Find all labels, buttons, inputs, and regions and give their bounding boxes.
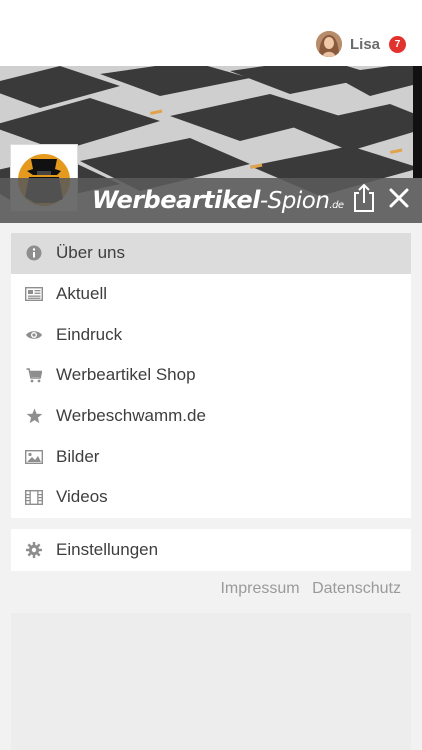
menu-item-eindruck[interactable]: Eindruck bbox=[11, 314, 411, 355]
username: Lisa bbox=[349, 35, 380, 53]
menu-item-label: Videos bbox=[56, 487, 108, 507]
avatar[interactable] bbox=[315, 31, 342, 57]
image-icon bbox=[25, 448, 43, 466]
menu-item-label: Bilder bbox=[56, 446, 100, 466]
film-icon bbox=[25, 488, 43, 506]
share-button[interactable] bbox=[352, 183, 376, 213]
menu-item-label: Werbeartikel Shop bbox=[56, 365, 196, 385]
menu-item-werbeartikel-shop[interactable]: Werbeartikel Shop bbox=[11, 355, 411, 396]
footer-links: Impressum Datenschutz bbox=[212, 580, 401, 598]
menu-item-label: Eindruck bbox=[56, 324, 123, 344]
datenschutz-link[interactable]: Datenschutz bbox=[312, 580, 401, 597]
impressum-link[interactable]: Impressum bbox=[220, 580, 299, 597]
settings-label: Einstellungen bbox=[56, 540, 159, 559]
side-menu: Über uns Aktuell Eindruck Werbeartikel S… bbox=[11, 233, 411, 518]
top-bar: Lisa 7 bbox=[0, 0, 422, 66]
info-icon bbox=[25, 244, 43, 262]
brand-name: Werbeartikel bbox=[92, 186, 260, 214]
menu-item-label: Über uns bbox=[56, 243, 125, 263]
menu-item-label: Aktuell bbox=[56, 284, 108, 304]
close-icon bbox=[389, 188, 409, 208]
eye-icon bbox=[25, 326, 43, 344]
header-banner: Werbeartikel-Spion.de bbox=[0, 66, 422, 223]
menu-item-videos[interactable]: Videos bbox=[11, 477, 411, 518]
brand-tld: .de bbox=[329, 200, 344, 211]
newspaper-icon bbox=[25, 285, 43, 303]
brand-wordmark: Werbeartikel-Spion.de bbox=[92, 186, 344, 214]
gear-icon bbox=[25, 541, 43, 559]
menu-item-einstellungen[interactable]: Einstellungen bbox=[11, 529, 411, 571]
menu-item-aktuell[interactable]: Aktuell bbox=[11, 274, 411, 315]
notification-badge[interactable]: 7 bbox=[389, 35, 406, 53]
menu-item-ueber-uns[interactable]: Über uns bbox=[11, 233, 411, 274]
cart-icon bbox=[25, 366, 43, 384]
share-icon bbox=[354, 183, 374, 212]
menu-item-label: Werbeschwamm.de bbox=[56, 406, 206, 426]
menu-item-werbeschwamm[interactable]: Werbeschwamm.de bbox=[11, 396, 411, 437]
brand-suffix: -Spion bbox=[259, 188, 330, 214]
close-button[interactable] bbox=[388, 187, 410, 209]
bottom-panel bbox=[11, 613, 411, 750]
star-icon bbox=[25, 407, 43, 425]
user-profile[interactable]: Lisa 7 bbox=[315, 29, 406, 59]
menu-item-bilder[interactable]: Bilder bbox=[11, 436, 411, 477]
